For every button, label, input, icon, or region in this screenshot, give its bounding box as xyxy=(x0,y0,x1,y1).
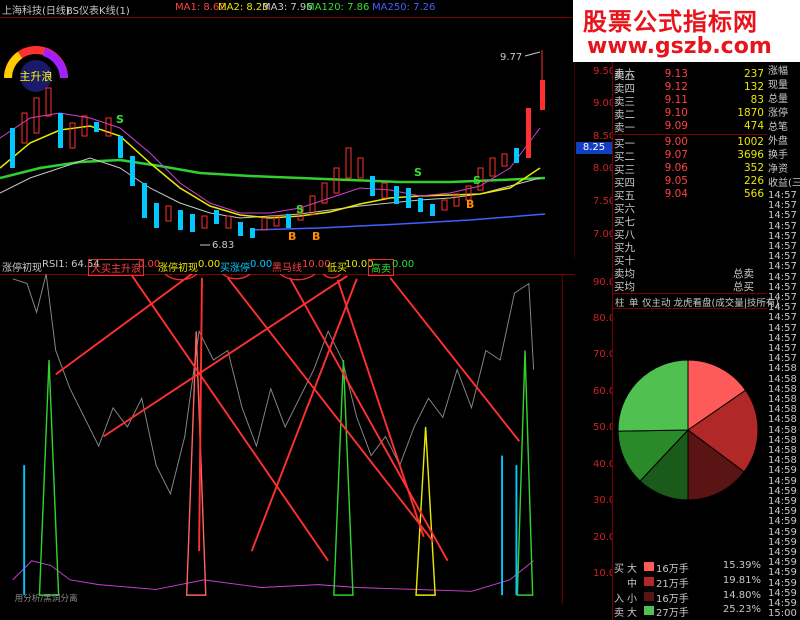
signal-value-mzt: 0.00 xyxy=(250,259,273,270)
watermark-title: 股票公式指标网 xyxy=(583,8,758,36)
flow-swatch xyxy=(644,577,654,586)
flow-size: 大 xyxy=(627,564,637,575)
quote-label: 净资 xyxy=(768,164,788,175)
flow-size: 中 xyxy=(627,579,637,590)
signal-value-ztcx: 0.00 xyxy=(198,259,221,270)
bid-price: 9.05 xyxy=(664,175,688,187)
ask-price: 9.11 xyxy=(664,94,688,106)
flow-side: 入 xyxy=(614,594,624,605)
bid-price: 9.07 xyxy=(664,149,688,161)
rsi-line xyxy=(12,274,535,496)
quote-label: 现量 xyxy=(768,80,788,91)
bid-volume: 3696 xyxy=(737,149,764,161)
ask-price: 9.13 xyxy=(664,68,688,80)
annotation-arrows xyxy=(55,274,521,562)
ask-volume: 1870 xyxy=(737,107,764,119)
flow-pct: 19.81% xyxy=(722,575,761,586)
low-price-label: 6.83 xyxy=(212,240,234,251)
signal-b-3: B xyxy=(466,198,474,211)
gauge-label: 主升浪 xyxy=(20,69,53,83)
ma120-line xyxy=(0,158,546,184)
spike xyxy=(333,359,354,596)
tab-single[interactable]: 单 xyxy=(629,295,639,309)
stock-name: 上海科技(日线) xyxy=(2,6,70,17)
signal-value-gm: 0.00 xyxy=(392,259,415,270)
flow-qty: 16万手 xyxy=(656,564,689,575)
flow-side: 卖 xyxy=(614,608,624,619)
flow-swatch xyxy=(644,606,654,615)
flow-pct: 14.80% xyxy=(722,590,761,601)
candles xyxy=(10,50,545,238)
indicator-header: 涨停初现 RSI1: 64.54 大买主升浪 0.00 涨停初现 0.00 买涨… xyxy=(0,258,575,276)
ask-volume: 132 xyxy=(743,81,764,93)
ma250-value: MA250: 7.26 xyxy=(372,2,436,13)
indicator-chart[interactable]: 用分析/黑洞分离 xyxy=(0,274,575,620)
quote-label: 总量 xyxy=(768,94,788,105)
chart-title-bar: 上海科技(日线) BS仪表K线(1) MA1: 8.62 MA2: 8.23 M… xyxy=(0,0,575,18)
signal-s-3: S xyxy=(414,166,422,179)
signal-b-2: B xyxy=(312,230,320,243)
bid-volume: 226 xyxy=(743,175,764,187)
flow-qty: 16万手 xyxy=(656,594,689,605)
ask-volume: 474 xyxy=(743,120,764,132)
spike xyxy=(516,350,534,596)
indicator-title: 涨停初现 xyxy=(2,263,42,274)
bid-price: 9.00 xyxy=(664,136,688,148)
ma120-value: MA120: 7.86 xyxy=(306,2,370,13)
tick-time: 15:00 xyxy=(768,608,797,620)
site-watermark: 股票公式指标网 www.gszb.com xyxy=(573,0,800,62)
signal-label-hmx: 黑马线 xyxy=(272,263,302,274)
tab-dragon-tiger[interactable]: 仅主动 龙虎看盘(成交量|技所有) xyxy=(642,295,779,309)
ask-price: 9.09 xyxy=(664,120,688,132)
signal-s-1: S xyxy=(116,113,124,126)
signal-label-dm: 低买 xyxy=(327,263,347,274)
current-price-marker: 8.25 xyxy=(576,142,612,154)
indicator-name: BS仪表K线(1) xyxy=(66,6,130,17)
flow-pie-chart xyxy=(617,359,759,501)
signal-label-ztcx: 涨停初现 xyxy=(158,263,198,274)
flow-size: 小 xyxy=(627,594,637,605)
candlestick-chart[interactable]: 主升浪 9.77 6.83 S S S S B B B xyxy=(0,18,575,258)
tab-bar[interactable]: 柱 xyxy=(615,295,625,309)
signal-b-1: B xyxy=(288,230,296,243)
signal-label-mzt: 买涨停 xyxy=(220,263,250,274)
total-buy-label: 总买 xyxy=(733,281,754,293)
quote-label: 总笔 xyxy=(768,122,788,133)
bottom-left-label: 用分析/黑洞分离 xyxy=(15,592,78,604)
quote-label: 涨幅 xyxy=(768,66,788,77)
ask-price: 9.10 xyxy=(664,107,688,119)
bid-volume: 352 xyxy=(743,162,764,174)
signal-value-dmzs: 0.00 xyxy=(138,259,161,270)
flow-swatch xyxy=(644,562,654,571)
watermark-url: www.gszb.com xyxy=(587,34,772,59)
flow-qty: 21万手 xyxy=(656,579,689,590)
panel-tabs: 柱 单 仅主动 龙虎看盘(成交量|技所有) xyxy=(612,293,779,309)
bid-avg-label: 买均 xyxy=(614,281,635,293)
signal-s-2: S xyxy=(296,203,304,216)
spike xyxy=(38,359,60,596)
flow-qty: 27万手 xyxy=(656,608,689,619)
signal-s-4: S xyxy=(473,174,481,187)
ask-label: 卖一 xyxy=(614,122,635,134)
bottom-line xyxy=(12,560,534,592)
ask-volume: 83 xyxy=(750,94,764,106)
bid-volume: 566 xyxy=(743,188,764,200)
high-price-label: 9.77 xyxy=(500,52,522,63)
quote-label: 外盘 xyxy=(768,136,788,147)
flow-side: 买 xyxy=(614,564,624,575)
flow-swatch xyxy=(644,592,654,601)
flow-pct: 25.23% xyxy=(722,604,761,615)
quote-label: 收益(三 xyxy=(768,178,800,189)
quote-label: 换手 xyxy=(768,150,788,161)
flow-pct: 15.39% xyxy=(722,560,761,571)
bid-price: 9.06 xyxy=(664,162,688,174)
ma3-line xyxy=(0,157,541,219)
quote-label: 涨停 xyxy=(768,108,788,119)
pie-slice xyxy=(617,359,689,432)
ask-volume: 237 xyxy=(743,68,764,80)
ask-price: 9.12 xyxy=(664,81,688,93)
bid-price: 9.04 xyxy=(664,188,688,200)
bid-volume: 1002 xyxy=(737,136,764,148)
flow-size: 大 xyxy=(627,608,637,619)
